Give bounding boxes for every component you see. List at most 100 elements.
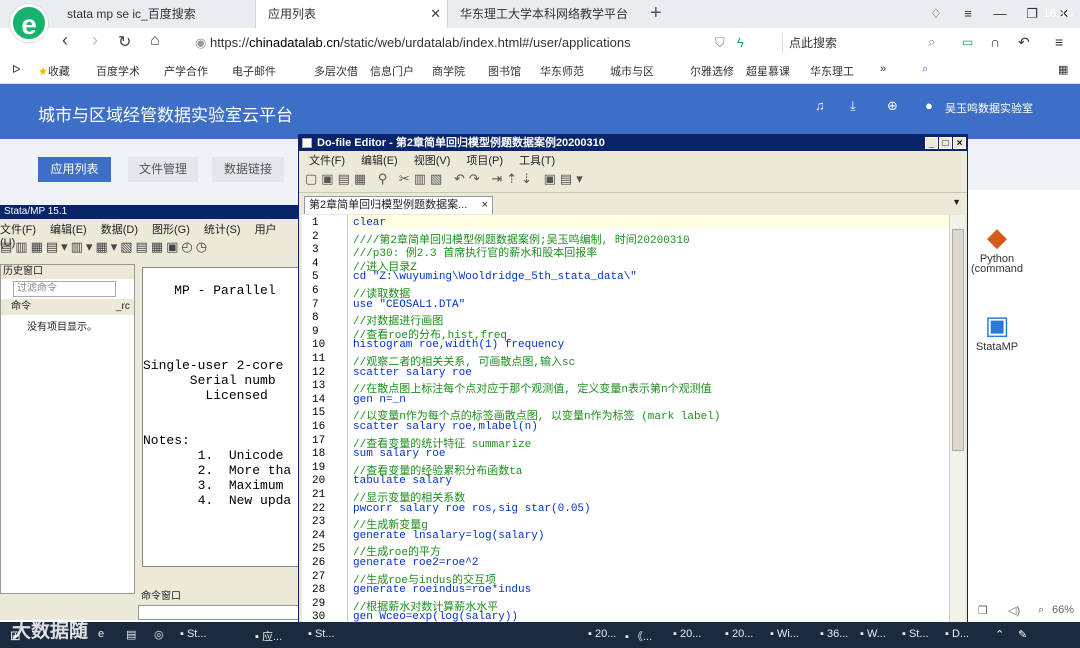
new-tab-icon[interactable]: + [650,0,662,26]
col-command[interactable]: 命令 [1,299,106,315]
taskbar-app-button[interactable]: ▪ St... [180,628,207,640]
home-icon[interactable]: ⌂ [150,32,160,50]
pen-icon[interactable]: ✎ [1018,628,1027,641]
browser-tab-applications[interactable]: 应用列表 ✕ [255,0,448,28]
battery-icon[interactable]: ▭ [962,35,973,49]
menu-statistics[interactable]: 统计(S) [204,224,241,236]
scrollbar-thumb[interactable] [952,229,964,451]
bookmark-item[interactable]: ★收藏 [38,63,70,79]
code-editor[interactable]: 1 2 3 4 5 6 7 8 9 10 11 12 13 14 15 16 17 18 19 20 21 22 23 24 2… [302,215,949,623]
bookmark-more[interactable]: » [880,63,886,75]
back-icon[interactable]: ‹ [62,30,68,51]
bookmark-item[interactable]: 城市与区 [610,63,654,79]
code-line[interactable]: scatter salary roe,mlabel(n) [353,421,538,433]
dofile-tab[interactable]: 第2章简单回归模型例题数据案... × [304,196,493,214]
avatar[interactable]: ● [925,98,933,113]
bookmark-item[interactable]: 产学合作 [164,63,208,79]
menu-file[interactable]: 文件(F) [0,224,36,236]
taskbar-app-button[interactable]: ▪ Wi... [770,628,799,640]
code-line[interactable]: use "CEOSAL1.DTA" [353,299,465,311]
chevron-up-icon[interactable]: ⌃ [995,628,1004,641]
menu-edit[interactable]: 编辑(E) [361,155,398,167]
browser-tab-ecust[interactable]: 华东理工大学本科网络教学平台 [448,0,640,28]
bookmark-item[interactable]: 多层次借 [314,63,358,79]
code-line[interactable]: generate lnsalary=log(salary) [353,530,544,542]
bookmark-item[interactable]: 超星慕课 [746,63,790,79]
bookmark-item[interactable]: 百度学术 [96,63,140,79]
col-rc[interactable]: _rc [106,299,130,315]
code-line[interactable]: //在散点图上标注每个点对应于那个观测值, 定义变量n表示第n个观测值 [353,380,712,396]
chevron-down-icon[interactable]: ▼ [952,197,961,207]
edge-icon[interactable]: e [98,628,104,640]
taskbar-app-button[interactable]: ▪ W... [860,628,886,640]
zoom-level[interactable]: 66% [1052,604,1074,616]
undo-icon[interactable]: ↶ [1018,34,1030,51]
taskbar-app-button[interactable]: ▪ 36... [820,628,848,640]
shirt-skin-icon[interactable]: ♢ [920,0,952,28]
menu-edit[interactable]: 编辑(E) [50,224,87,236]
dofile-toolbar[interactable]: ▢▣▤▦ ⚲ ✂▥▧ ↶↷ ⇥⇡⇣ ▣▤▾ [299,171,967,193]
code-line[interactable]: generate roeindus=roe*indus [353,584,531,596]
maximize-icon[interactable]: □ [939,137,952,149]
vertical-scrollbar[interactable] [949,215,965,623]
menu-tools[interactable]: 工具(T) [519,155,555,167]
search-icon[interactable]: ⌕ [928,34,935,50]
close-icon[interactable]: ✕ [430,0,441,28]
bookmark-item[interactable]: 华东师范 [540,63,584,79]
code-line[interactable]: sum salary roe [353,448,445,460]
bell-icon[interactable]: ♫ [815,98,825,113]
code-line[interactable]: clear [353,217,386,229]
speaker-icon[interactable]: ◁) [1008,604,1020,617]
browser-tab-baidu[interactable]: stata mp se ic_百度搜索 [55,0,255,28]
tab-data-links[interactable]: 数据链接 [212,157,284,182]
menu-graphics[interactable]: 图形(G) [152,224,190,236]
search-icon[interactable]: ⌕ [922,63,928,76]
code-line[interactable]: cd "Z:\wuyuming\Wooldridge_5th_stata_dat… [353,271,637,283]
code-line[interactable]: tabulate salary [353,475,452,487]
menu-project[interactable]: 项目(P) [466,155,503,167]
more-icon[interactable]: ≡ [1055,34,1063,50]
menu-file[interactable]: 文件(F) [309,155,345,167]
taskbar-app-button[interactable]: ▪ 20... [588,628,616,640]
stata-toolbar[interactable]: ▤▥▦▤▾▥▾▦▾▧▤▦▣◴◷ [0,239,300,261]
python-app-icon[interactable]: ◆ Python (command [962,222,1032,275]
code-line[interactable]: pwcorr salary roe ros,sig star(0.05) [353,503,591,515]
bookmark-item[interactable]: 电子邮件 [232,63,276,79]
code-line[interactable]: scatter salary roe [353,367,472,379]
bookmark-item[interactable]: 图书馆 [488,63,521,79]
bookmark-item[interactable]: 商学院 [432,63,465,79]
minimize-icon[interactable]: — [984,0,1016,28]
taskbar-app-button[interactable]: ▪ 20... [725,628,753,640]
filter-input[interactable]: 过滤命令 [13,281,116,297]
clock[interactable]: 16:16 [1043,6,1073,20]
refresh-icon[interactable]: ↻ [118,32,131,52]
taskbar-app-button[interactable]: ▪ 20... [673,628,701,640]
code-line[interactable]: generate roe2=roe^2 [353,557,478,569]
taskbar-app-button[interactable]: ▪ D... [945,628,969,640]
bookmark-item[interactable]: 华东理工 [810,63,854,79]
user-name[interactable]: 吴玉鸣数据实验室 [945,100,1033,116]
bookmark-item[interactable]: 信息门户 [370,63,414,79]
taskbar-app-button[interactable]: ▪ St... [902,628,929,640]
bookmark-item[interactable]: 尔雅选修 [690,63,734,79]
minimize-icon[interactable]: _ [925,137,938,149]
code-line[interactable]: histogram roe,width(1) frequency [353,339,564,351]
lightning-icon[interactable]: ϟ [737,35,744,50]
taskbar-app-button[interactable]: ▪ 《... [625,628,652,644]
grid-icon[interactable]: ▦ [1058,63,1068,76]
chrome-icon[interactable]: ◎ [154,628,164,641]
command-input[interactable] [138,605,300,620]
close-icon[interactable]: × [953,137,966,149]
menu-view[interactable]: 视图(V) [414,155,451,167]
close-icon[interactable]: × [482,197,488,214]
code-line[interactable]: gen n=_n [353,394,406,406]
forward-icon[interactable]: › [92,30,98,51]
download-icon[interactable]: ⤓ [850,98,856,114]
taskbar-app-button[interactable]: ▪ St... [308,628,335,640]
shield-icon[interactable]: ⛉ [715,35,725,51]
sidebar-toggle-icon[interactable]: ᐅ [12,63,20,76]
tab-file-management[interactable]: 文件管理 [128,157,198,182]
url-input[interactable]: ◉ https://chinadatalab.cn/static/web/urd… [195,33,770,53]
menu-data[interactable]: 数据(D) [101,224,138,236]
headset-icon[interactable]: ∩ [990,34,1000,50]
